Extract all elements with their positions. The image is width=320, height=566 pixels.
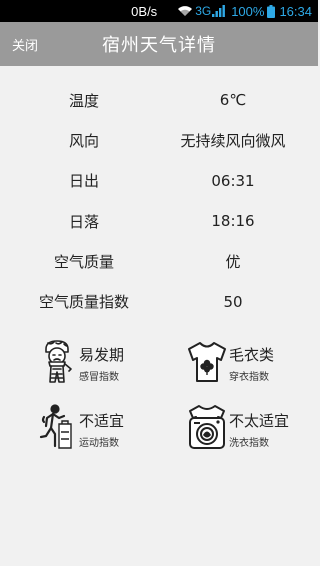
tile-title: 易发期	[79, 346, 125, 364]
wifi-icon	[178, 6, 193, 16]
tile-subtitle: 感冒指数	[79, 372, 119, 383]
detail-value: 无持续风向微风	[180, 131, 286, 150]
battery-icon	[267, 4, 276, 18]
tile-title: 毛衣类	[229, 346, 275, 364]
tshirt-icon	[188, 342, 226, 382]
detail-value: 50	[223, 292, 243, 311]
tile-laundry-index: 不太适宜 洗衣指数	[187, 402, 320, 454]
network-type: 3G	[195, 4, 212, 18]
detail-row-sunrise: 日出 06:31	[0, 161, 318, 201]
tile-subtitle: 运动指数	[79, 438, 119, 449]
detail-label: 空气质量	[53, 252, 114, 271]
detail-row-wind: 风向 无持续风向微风	[0, 120, 318, 160]
close-button[interactable]: 关闭	[12, 22, 38, 66]
tile-title: 不适宜	[79, 412, 125, 430]
tile-title: 不太适宜	[229, 412, 290, 430]
detail-row-aqi: 空气质量指数 50	[0, 281, 318, 321]
detail-row-air-quality: 空气质量 优	[0, 241, 318, 281]
detail-row-temperature: 温度 6℃	[0, 80, 318, 120]
running-person-icon	[39, 404, 72, 449]
detail-value: 6℃	[219, 91, 247, 110]
detail-label: 日落	[68, 212, 99, 231]
detail-value: 18:16	[211, 212, 255, 231]
detail-label: 风向	[68, 131, 99, 150]
detail-row-sunset: 日落 18:16	[0, 201, 318, 241]
washing-machine-icon	[189, 405, 225, 449]
title-bar: 宿州天气详情 关闭	[0, 22, 318, 66]
detail-label: 日出	[68, 172, 99, 191]
weather-details: 温度 6℃ 风向 无持续风向微风 日出 06:31 日落 18:16 空气质量 …	[0, 80, 318, 322]
detail-label: 温度	[68, 91, 99, 110]
cold-person-icon	[45, 340, 72, 383]
battery-percent: 100%	[231, 3, 265, 19]
page-title: 宿州天气详情	[102, 35, 216, 56]
tile-subtitle: 洗衣指数	[229, 438, 269, 449]
signal-icon	[212, 5, 226, 17]
detail-label: 空气质量指数	[38, 293, 129, 312]
tile-cold-index: 易发期 感冒指数	[37, 336, 177, 388]
status-bar: 0B/s 3G 100% 16:34	[0, 0, 318, 22]
tile-sport-index: 不适宜 运动指数	[37, 402, 177, 454]
tile-dressing-index: 毛衣类 穿衣指数	[187, 336, 320, 388]
detail-value: 06:31	[211, 171, 255, 190]
clock: 16:34	[279, 3, 312, 19]
net-speed: 0B/s	[131, 3, 158, 19]
detail-value: 优	[225, 252, 241, 271]
tile-subtitle: 穿衣指数	[229, 372, 269, 383]
